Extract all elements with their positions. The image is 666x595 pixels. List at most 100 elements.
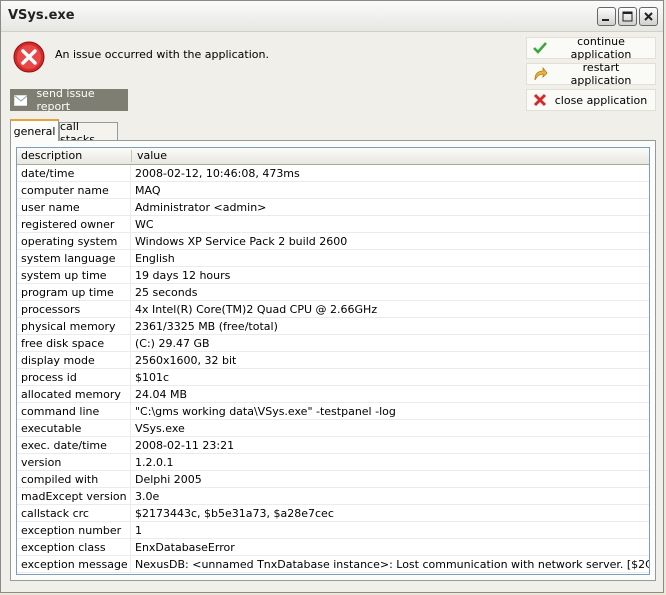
row-value: (C:) 29.47 GB bbox=[135, 337, 210, 350]
send-issue-report-button[interactable]: send issue report bbox=[10, 87, 128, 113]
table-row[interactable]: compiled with Delphi 2005 bbox=[17, 471, 649, 488]
table-row[interactable]: free disk space (C:) 29.47 GB bbox=[17, 335, 649, 352]
table-row[interactable]: exception class EnxDatabaseError bbox=[17, 539, 649, 556]
row-description: command line bbox=[21, 405, 100, 418]
row-value: VSys.exe bbox=[135, 422, 185, 435]
row-value: 4x Intel(R) Core(TM)2 Quad CPU @ 2.66GHz bbox=[135, 303, 378, 316]
window-title: VSys.exe bbox=[8, 8, 75, 23]
row-divider bbox=[130, 505, 131, 522]
row-value: $101c bbox=[135, 371, 170, 384]
row-divider bbox=[130, 454, 131, 471]
table-row[interactable]: date/time 2008-02-12, 10:46:08, 473ms bbox=[17, 165, 649, 182]
table-row[interactable]: operating system Windows XP Service Pack … bbox=[17, 233, 649, 250]
row-value: MAQ bbox=[135, 184, 161, 197]
tab-general[interactable]: general bbox=[10, 119, 59, 141]
row-divider bbox=[130, 471, 131, 488]
minimize-button[interactable] bbox=[597, 7, 616, 26]
close-icon bbox=[644, 12, 653, 21]
row-divider bbox=[130, 233, 131, 250]
row-description: registered owner bbox=[21, 218, 115, 231]
close-window-button[interactable] bbox=[639, 7, 658, 26]
row-value: 2008-02-12, 10:46:08, 473ms bbox=[135, 167, 300, 180]
row-divider bbox=[130, 386, 131, 403]
row-divider bbox=[130, 420, 131, 437]
row-description: date/time bbox=[21, 167, 75, 180]
row-divider bbox=[130, 216, 131, 233]
minimize-icon bbox=[602, 19, 609, 21]
table-row[interactable]: program up time 25 seconds bbox=[17, 284, 649, 301]
row-divider bbox=[130, 182, 131, 199]
row-divider bbox=[130, 403, 131, 420]
column-header-description[interactable]: description bbox=[21, 149, 82, 162]
row-value: Windows XP Service Pack 2 build 2600 bbox=[135, 235, 348, 248]
table-row[interactable]: process id $101c bbox=[17, 369, 649, 386]
row-description: compiled with bbox=[21, 473, 99, 486]
table-row[interactable]: processors 4x Intel(R) Core(TM)2 Quad CPU… bbox=[17, 301, 649, 318]
row-description: version bbox=[21, 456, 62, 469]
row-value: 1.2.0.1 bbox=[135, 456, 174, 469]
tab-call-stacks[interactable]: call stacks bbox=[59, 120, 118, 146]
table-row[interactable]: exception number 1 bbox=[17, 522, 649, 539]
table-row[interactable]: system language English bbox=[17, 250, 649, 267]
table-row[interactable]: version 1.2.0.1 bbox=[17, 454, 649, 471]
table-row[interactable]: command line "C:\gms working data\VSys.ex… bbox=[17, 403, 649, 420]
row-description: system language bbox=[21, 252, 116, 265]
tab-general-label: general bbox=[13, 124, 56, 138]
table-row[interactable]: computer name MAQ bbox=[17, 182, 649, 199]
row-divider bbox=[130, 165, 131, 182]
row-description: operating system bbox=[21, 235, 118, 248]
table-row[interactable]: registered owner WC bbox=[17, 216, 649, 233]
column-divider[interactable] bbox=[131, 150, 132, 162]
row-value: 2361/3325 MB (free/total) bbox=[135, 320, 278, 333]
maximize-button[interactable] bbox=[618, 7, 637, 26]
title-bar[interactable]: VSys.exe bbox=[1, 1, 663, 32]
row-value: $2173443c, $b5e31a73, $a28e7cec bbox=[135, 507, 334, 520]
row-value: WC bbox=[135, 218, 154, 231]
row-description: exec. date/time bbox=[21, 439, 107, 452]
row-value: 1 bbox=[135, 524, 142, 537]
row-divider bbox=[130, 556, 131, 573]
row-divider bbox=[130, 488, 131, 505]
table-row[interactable]: display mode 2560x1600, 32 bit bbox=[17, 352, 649, 369]
row-value: 24.04 MB bbox=[135, 388, 188, 401]
row-description: madExcept version bbox=[21, 490, 127, 503]
row-value: 2008-02-11 23:21 bbox=[135, 439, 235, 452]
maximize-icon bbox=[622, 11, 633, 22]
table-row[interactable]: executable VSys.exe bbox=[17, 420, 649, 437]
send-issue-report-label: send issue report bbox=[36, 87, 95, 113]
details-table: description value date/time 2008-02-12, 1… bbox=[16, 147, 650, 575]
column-header-value[interactable]: value bbox=[137, 149, 167, 162]
table-row[interactable]: callstack crc $2173443c, $b5e31a73, $a28e… bbox=[17, 505, 649, 522]
row-divider bbox=[130, 335, 131, 352]
row-value: "C:\gms working data\VSys.exe" -testpane… bbox=[135, 405, 396, 418]
row-description: user name bbox=[21, 201, 80, 214]
table-row[interactable]: system up time 19 days 12 hours bbox=[17, 267, 649, 284]
row-value: Delphi 2005 bbox=[135, 473, 202, 486]
row-divider bbox=[130, 522, 131, 539]
table-row[interactable]: user name Administrator <admin> bbox=[17, 199, 649, 216]
table-row[interactable]: madExcept version 3.0e bbox=[17, 488, 649, 505]
row-value: 2560x1600, 32 bit bbox=[135, 354, 237, 367]
envelope-icon bbox=[14, 94, 28, 106]
row-value: English bbox=[135, 252, 175, 265]
red-x-icon bbox=[533, 93, 547, 107]
row-description: physical memory bbox=[21, 320, 116, 333]
row-divider bbox=[130, 301, 131, 318]
table-row[interactable]: exec. date/time 2008-02-11 23:21 bbox=[17, 437, 649, 454]
restart-arrow-icon bbox=[534, 66, 548, 81]
checkmark-icon bbox=[533, 42, 547, 54]
table-row[interactable]: exception message NexusDB: <unnamed TnxDa… bbox=[17, 556, 649, 573]
table-row[interactable]: allocated memory 24.04 MB bbox=[17, 386, 649, 403]
error-icon bbox=[13, 41, 45, 73]
row-divider bbox=[130, 437, 131, 454]
table-row[interactable]: physical memory 2361/3325 MB (free/total) bbox=[17, 318, 649, 335]
row-description: computer name bbox=[21, 184, 109, 197]
close-application-button[interactable]: close application bbox=[526, 89, 656, 111]
row-value: NexusDB: <unnamed TnxDatabase instance>:… bbox=[135, 558, 649, 571]
restart-application-button[interactable]: restart application bbox=[526, 61, 656, 87]
row-divider bbox=[130, 318, 131, 335]
row-divider bbox=[130, 352, 131, 369]
row-value: 25 seconds bbox=[135, 286, 198, 299]
continue-application-button[interactable]: continue application bbox=[526, 35, 656, 61]
restart-application-label: restart application bbox=[570, 61, 632, 87]
